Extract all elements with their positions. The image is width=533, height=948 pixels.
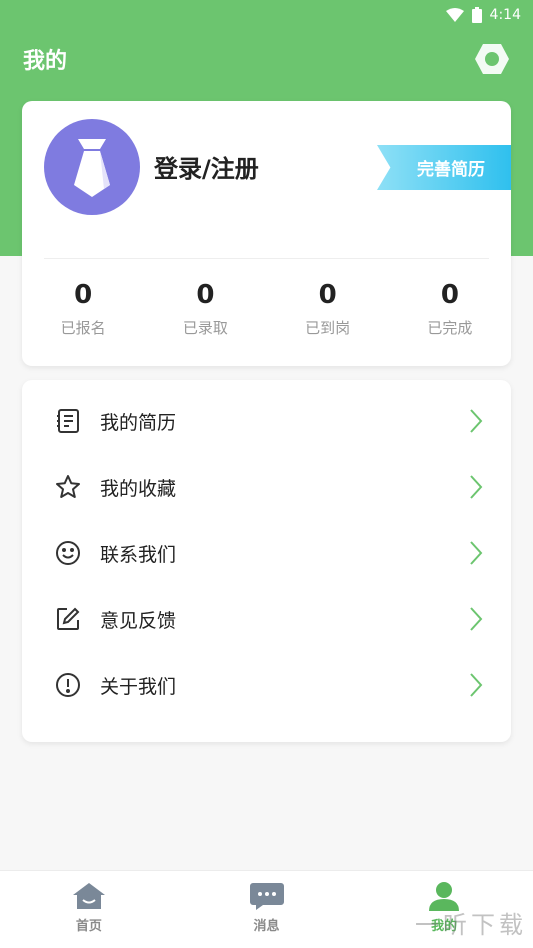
star-icon [54, 473, 82, 501]
chevron-right-icon [467, 605, 485, 633]
login-register-link[interactable]: 登录/注册 [154, 149, 259, 184]
menu-card: 我的简历 我的收藏 联系我们 意见反馈 关于我们 [22, 380, 511, 742]
menu-label: 我的简历 [100, 411, 177, 434]
divider [44, 258, 489, 259]
chevron-right-icon [467, 473, 485, 501]
home-icon [72, 883, 105, 909]
stat-label: 已录取 [182, 319, 228, 337]
stat-value: 0 [318, 280, 337, 310]
watermark: 一听下载 [415, 910, 527, 939]
menu-label: 联系我们 [100, 543, 177, 566]
stat-label: 已到岗 [305, 319, 351, 337]
tab-messages[interactable]: 消息 [178, 871, 356, 948]
stats-row: 0 已报名 0 已录取 0 已到岗 0 已完成 [22, 279, 511, 338]
stat-label: 已完成 [427, 319, 473, 337]
chevron-right-icon [467, 671, 485, 699]
stat-hired[interactable]: 0 已录取 [144, 279, 266, 338]
complete-resume-button[interactable]: 完善简历 [377, 145, 511, 190]
info-icon [54, 671, 82, 699]
menu-item-about[interactable]: 关于我们 [22, 652, 511, 718]
stat-value: 0 [74, 280, 93, 310]
stat-onboarded[interactable]: 0 已到岗 [267, 279, 389, 338]
page-header: 我的 [0, 34, 533, 84]
tab-label: 消息 [253, 919, 280, 934]
smile-icon [54, 539, 82, 567]
menu-label: 我的收藏 [100, 477, 177, 500]
resume-icon [54, 407, 82, 435]
stat-label: 已报名 [60, 319, 106, 337]
menu-label: 关于我们 [100, 675, 177, 698]
avatar[interactable] [44, 119, 140, 215]
chevron-right-icon [467, 407, 485, 435]
tab-label: 首页 [75, 919, 102, 934]
stat-completed[interactable]: 0 已完成 [389, 279, 511, 338]
tab-home[interactable]: 首页 [0, 871, 178, 948]
settings-icon [475, 44, 509, 74]
menu-label: 意见反馈 [100, 609, 177, 632]
edit-icon [54, 605, 82, 633]
message-icon [249, 883, 284, 910]
menu-item-favorites[interactable]: 我的收藏 [22, 454, 511, 520]
tie-icon [74, 139, 110, 197]
wifi-icon [445, 8, 464, 22]
menu-item-feedback[interactable]: 意见反馈 [22, 586, 511, 652]
page-title: 我的 [23, 49, 68, 74]
stat-applied[interactable]: 0 已报名 [22, 279, 144, 338]
profile-card: 登录/注册 完善简历 0 已报名 0 已录取 0 已到岗 0 已完成 [22, 101, 511, 366]
settings-button[interactable] [473, 40, 511, 78]
status-bar: 4:14 [0, 0, 533, 30]
menu-item-contact[interactable]: 联系我们 [22, 520, 511, 586]
stat-value: 0 [196, 280, 215, 310]
status-time: 4:14 [489, 7, 521, 23]
stat-value: 0 [440, 280, 459, 310]
menu-item-resume[interactable]: 我的简历 [22, 388, 511, 454]
chevron-right-icon [467, 539, 485, 567]
battery-icon [471, 7, 482, 23]
